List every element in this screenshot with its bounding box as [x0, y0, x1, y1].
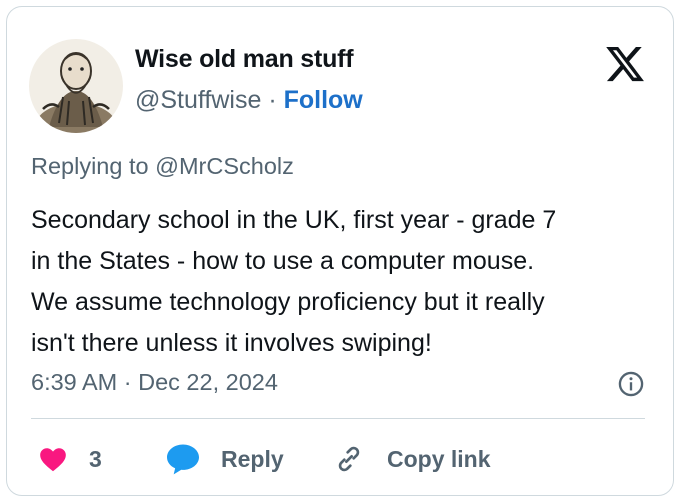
follow-button[interactable]: Follow [284, 86, 363, 114]
copy-link-button[interactable]: Copy link [333, 439, 491, 479]
like-button[interactable]: 3 [39, 439, 102, 479]
divider [31, 418, 645, 419]
tweet-text: Secondary school in the UK, first year -… [31, 206, 557, 357]
author-handle-line: @Stuffwise · Follow [135, 86, 363, 115]
avatar[interactable] [29, 39, 123, 133]
avatar-image [29, 39, 123, 133]
tweet-timestamp[interactable]: 6:39 AM · Dec 22, 2024 [31, 369, 278, 396]
reply-button[interactable]: Reply [165, 439, 284, 479]
x-logo-icon[interactable] [604, 43, 646, 85]
replying-to: Replying to @MrCScholz [31, 153, 294, 180]
replying-to-user[interactable]: @MrCScholz [155, 153, 294, 179]
replying-prefix: Replying to [31, 153, 149, 179]
link-icon [338, 446, 360, 472]
heart-icon [40, 448, 66, 472]
handle-separator: · [268, 86, 277, 114]
info-icon[interactable] [617, 370, 645, 398]
author-handle[interactable]: @Stuffwise [135, 86, 261, 114]
author-name[interactable]: Wise old man stuff [135, 45, 354, 74]
reply-label: Reply [221, 445, 284, 472]
tweet-card: Wise old man stuff @Stuffwise · Follow R… [6, 6, 674, 496]
like-count: 3 [89, 445, 102, 472]
reply-bubble-icon [167, 444, 199, 475]
copy-link-label: Copy link [387, 445, 491, 472]
